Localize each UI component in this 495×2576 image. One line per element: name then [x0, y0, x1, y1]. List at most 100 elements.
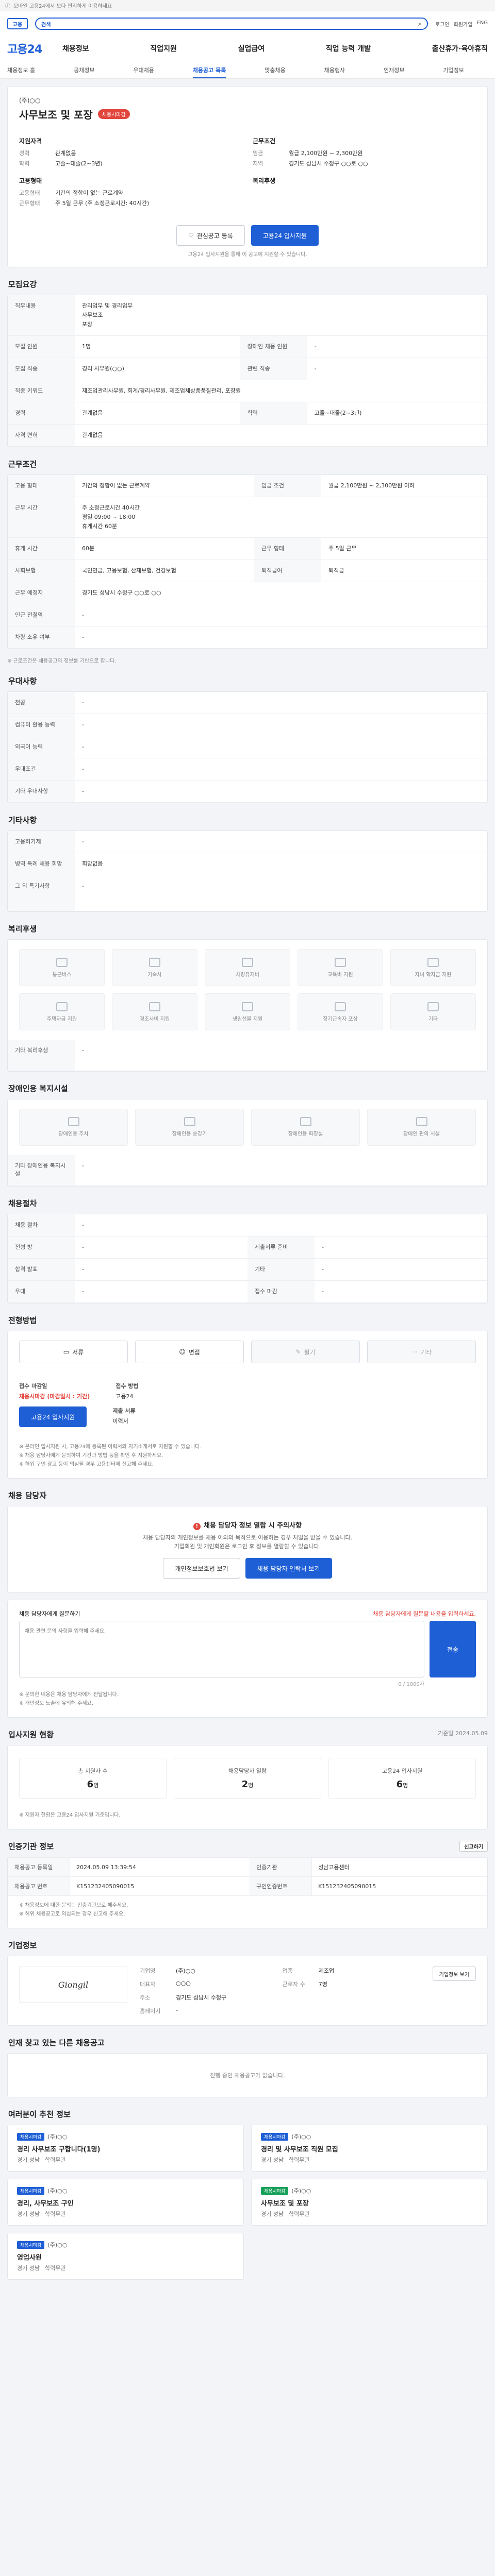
search-box[interactable]: 검색 ⌕: [35, 18, 428, 30]
apply-button[interactable]: 고용24 입사지원: [251, 225, 319, 246]
row-value: 성남고용센터: [311, 1857, 487, 1877]
subnav-home[interactable]: 채용정보 홈: [7, 66, 35, 74]
stat-number: 2: [241, 1779, 249, 1790]
row-value: -: [75, 758, 487, 781]
nav-benefits[interactable]: 실업급여: [238, 43, 265, 54]
row-value: 고졸~대졸(2~3년): [307, 402, 487, 425]
process-card: 채용 절차 - 전형 방 - 제출서류 준비 - 합격 발표 - 기타 - 우대 - 접수 마감 -: [7, 1214, 488, 1303]
manager-line2: 기업회원 및 개인회원은 로그인 후 정보를 열람할 수 있습니다.: [174, 1543, 321, 1550]
qa-send-button[interactable]: 전송: [430, 1621, 476, 1677]
row-key: 컴퓨터 활용 능력: [8, 714, 75, 736]
row-value: -: [75, 1258, 248, 1281]
rec-card[interactable]: 채용시마감 (주)○○ 경리 사무보조 구합니다(1명) 경기 성남 학력무관: [7, 2125, 244, 2172]
row-value: -: [75, 692, 487, 714]
row-value: 퇴직금: [321, 560, 487, 582]
info-card: 채용공고 등록일 2024.05.09 13:39:54 인증기관 성남고용센터 채용…: [7, 1857, 488, 1928]
recruit-card: 직무내용 관리업무 및 경리업무 사무보조 포장 모집 인원 1명 장애인 채용 인원…: [7, 295, 488, 447]
row-key: 고용허가제: [8, 831, 75, 853]
row-value: -: [315, 1236, 487, 1259]
privacy-law-button[interactable]: 개인정보보호법 보기: [163, 1558, 240, 1579]
row-value: -: [75, 875, 487, 911]
gov-mark: 고용: [7, 18, 28, 29]
subnav-events[interactable]: 채용행사: [324, 66, 345, 74]
kv-key: 경력: [19, 150, 30, 157]
method-row: ▭ 서류 ☺ 면접 ✎ 필기 ⋯ 기타: [8, 1331, 487, 1372]
apply-note-line: ※ 채용 담당자에게 문의하여 기간과 방법 등을 확인 후 지원하세요.: [19, 1453, 163, 1459]
report-button[interactable]: 신고하기: [459, 1841, 488, 1852]
view-contact-button[interactable]: 채용 담당자 연락처 보기: [245, 1558, 332, 1579]
row-value: -: [75, 1040, 487, 1071]
search-icon[interactable]: ⌕: [418, 20, 422, 28]
row-value: 관계없음: [75, 424, 487, 447]
lang-link[interactable]: ENG: [476, 20, 488, 28]
heart-icon: ♡: [188, 232, 194, 239]
rec-card[interactable]: 채용시마감 (주)○○ 경리 및 사무보조 직원 모집 경기 성남 학력무관: [251, 2125, 488, 2172]
interview-icon: ☺: [179, 1348, 186, 1355]
restroom-icon: [300, 1117, 311, 1126]
rec-card[interactable]: 채용시마감 (주)○○ 경리, 사무보조 구인 경기 성남 학력무관: [7, 2179, 244, 2226]
kv-key: 고용형태: [19, 190, 40, 196]
stat-number: 6: [396, 1779, 403, 1790]
rec-title[interactable]: 경리 및 사무보조 직원 모집: [261, 2144, 478, 2154]
row-value: -: [75, 626, 487, 649]
row-key: 기타: [248, 1258, 315, 1281]
nav-leave[interactable]: 출산휴가·육아휴직: [432, 43, 488, 54]
stat-unit: 명: [248, 1782, 254, 1789]
subnav-public[interactable]: 공채정보: [74, 66, 94, 74]
row-key: 사회보험: [8, 560, 75, 582]
qa-textarea[interactable]: [19, 1621, 424, 1677]
welfare-item: 교육비 지원: [298, 949, 383, 986]
row-value: -: [307, 335, 487, 358]
row-key: 자격 면허: [8, 424, 75, 447]
kv-value: 경기도 성남시 수정구 ○○로 ○○: [289, 160, 368, 167]
rec-title[interactable]: 경리, 사무보조 구인: [17, 2198, 234, 2208]
graduation-icon: [427, 957, 439, 967]
stats-heading-text: 입사지원 현황: [8, 1730, 54, 1739]
accessibility-icon: [416, 1117, 427, 1126]
site-logo[interactable]: 고용24: [7, 40, 42, 57]
job-title-text: 사무보조 및 포장: [19, 109, 93, 121]
subnav-talent[interactable]: 인재정보: [384, 66, 404, 74]
nav-jobs[interactable]: 채용정보: [62, 43, 89, 54]
rec-card[interactable]: 채용시마감 (주)○○ 사무보조 및 포장 경기 성남 학력무관: [251, 2179, 488, 2226]
rec-loc: 경기 성남: [17, 2265, 40, 2272]
subnav-custom[interactable]: 맞춤채용: [265, 66, 285, 74]
subnav-list[interactable]: 채용공고 목록: [192, 66, 226, 78]
other-heading: 인재 찾고 있는 다른 채용공고: [8, 2038, 105, 2047]
company-name[interactable]: (주)○○: [19, 96, 476, 105]
subnav-company[interactable]: 기업정보: [443, 66, 464, 74]
row-key: 채용 절차: [8, 1214, 75, 1236]
row-value: 제조업관리사무원, 회계/경리사무원, 제조업체상품품질관리, 포장원: [75, 380, 487, 402]
rec-title[interactable]: 사무보조 및 포장: [261, 2198, 478, 2208]
login-link[interactable]: 로그인: [435, 20, 450, 28]
welfare-label: 장기근속자 포상: [323, 1016, 358, 1022]
rec-loc: 경기 성남: [17, 2211, 40, 2217]
nav-career[interactable]: 직업지원: [150, 43, 177, 54]
rec-badge: 채용시마감: [17, 2187, 45, 2195]
deadline-value: 채용시마감 (마감일시 : 기간): [19, 1393, 90, 1400]
rec-badge: 채용시마감: [17, 2241, 45, 2249]
search-input[interactable]: [55, 21, 415, 27]
info-table: 채용공고 등록일 2024.05.09 13:39:54 인증기관 성남고용센터 채용…: [8, 1857, 487, 1896]
manager-line1: 채용 담당자의 개인정보를 채용 이외의 목적으로 이용하는 경우 처벌을 받을…: [142, 1534, 353, 1541]
etc-table: 고용허가제 - 병역 특례 채용 희망 희망없음 그 외 특기사항 -: [8, 831, 487, 911]
row-key: 직종 키워드: [8, 380, 75, 402]
row-value: 경리 사무원(○○): [75, 358, 240, 380]
subnav-preferred[interactable]: 우대채용: [133, 66, 154, 74]
rec-title[interactable]: 경리 사무보조 구합니다(1명): [17, 2144, 234, 2154]
rec-title[interactable]: 영업사원: [17, 2252, 234, 2262]
top-notice-text: 모바일 고용24에서 보다 편리하게 이용하세요: [13, 4, 112, 9]
scrap-button[interactable]: ♡ 관심공고 등록: [176, 225, 245, 246]
rec-company: (주)○○: [47, 2242, 68, 2248]
signup-link[interactable]: 회원가입: [454, 20, 473, 28]
nav-training[interactable]: 직업 능력 개발: [326, 43, 371, 54]
cond-note: ※ 근로조건은 채용공고의 정보를 기반으로 합니다.: [7, 658, 117, 664]
row-value: 월급 2,100만원 ~ 2,300만원 이하: [321, 475, 487, 497]
apply-button-2[interactable]: 고용24 입사지원: [19, 1406, 87, 1427]
rec-card[interactable]: 채용시마감 (주)○○ 영업사원 경기 성남 학력무관: [7, 2233, 244, 2280]
rec-edu: 학력무관: [44, 2157, 66, 2163]
row-key: 기타 복리후생: [8, 1040, 75, 1071]
company-info-button[interactable]: 기업정보 보기: [432, 1967, 476, 1981]
rec-grid: 채용시마감 (주)○○ 경리 사무보조 구합니다(1명) 경기 성남 학력무관 채용…: [7, 2125, 488, 2280]
row-key: 접수 마감: [248, 1280, 315, 1303]
